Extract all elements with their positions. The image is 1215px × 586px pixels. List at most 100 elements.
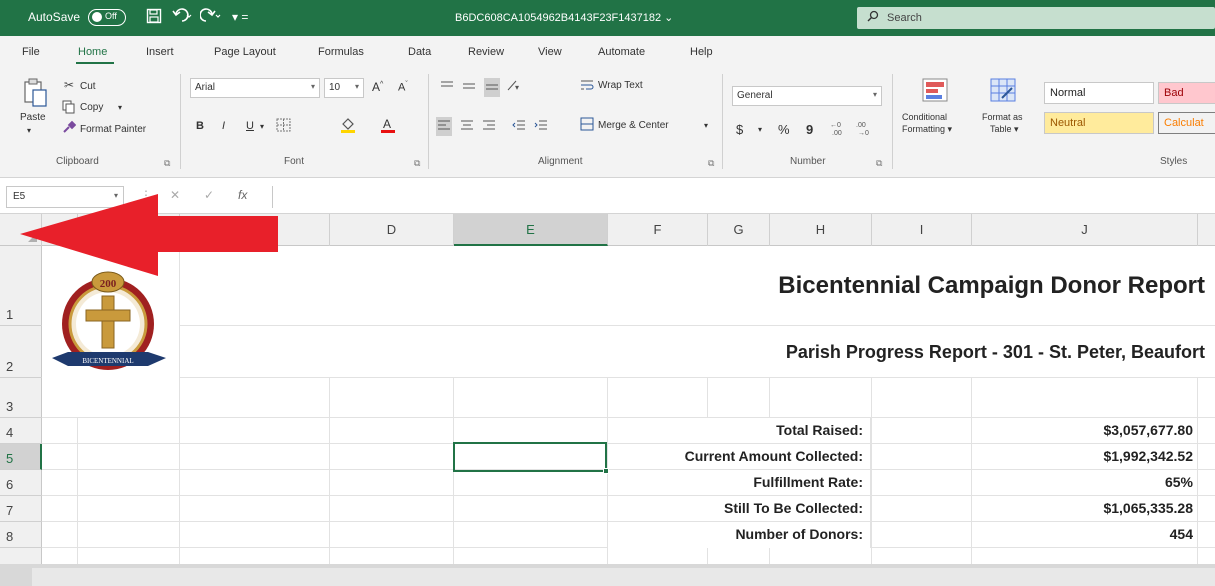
style-bad[interactable]: Bad	[1158, 82, 1215, 104]
merge-center-button[interactable]: Merge & Center	[598, 120, 669, 131]
paste-icon[interactable]	[22, 78, 48, 111]
summary-value-total-raised: $3,057,677.80	[1103, 422, 1193, 438]
column-header-d[interactable]: D	[330, 214, 454, 246]
clipboard-launcher-icon[interactable]: ⧉	[164, 158, 170, 169]
row-header-5[interactable]: 5	[0, 444, 42, 470]
column-header-j[interactable]: J	[972, 214, 1198, 246]
tab-review[interactable]: Review	[468, 46, 504, 58]
formula-input[interactable]	[272, 186, 1215, 208]
row-header-7[interactable]: 7	[0, 496, 42, 522]
svg-text:A: A	[383, 117, 391, 131]
row-header-8[interactable]: 8	[0, 522, 42, 548]
column-header-i[interactable]: I	[872, 214, 972, 246]
style-normal[interactable]: Normal	[1044, 82, 1154, 104]
number-launcher-icon[interactable]: ⧉	[876, 158, 882, 169]
increase-indent-icon[interactable]	[534, 118, 548, 135]
cut-button[interactable]: Cut	[80, 81, 96, 92]
tab-formulas[interactable]: Formulas	[318, 46, 364, 58]
tab-home[interactable]: Home	[78, 46, 107, 58]
chevron-down-icon: ⌄	[664, 12, 674, 24]
align-center-icon[interactable]	[460, 118, 474, 135]
number-format-select[interactable]: General ▾	[732, 86, 882, 106]
active-tab-indicator	[76, 62, 114, 64]
font-size-value: 10	[329, 82, 341, 93]
underline-button[interactable]: U	[246, 120, 254, 132]
row-number: 3	[6, 399, 14, 414]
undo-icon[interactable]	[172, 8, 194, 28]
style-calculation[interactable]: Calculat	[1158, 112, 1215, 134]
copy-button[interactable]: Copy	[80, 102, 103, 113]
worksheet-grid[interactable]: Bicentennial Campaign Donor Report Paris…	[42, 246, 1215, 564]
currency-dropdown-icon[interactable]: ▾	[758, 125, 762, 134]
row-header-2[interactable]: 2	[0, 326, 42, 378]
fill-color-icon[interactable]	[340, 117, 356, 136]
autosave-toggle[interactable]: Off	[88, 9, 126, 26]
redo-icon[interactable]	[199, 8, 222, 28]
conditional-formatting-button-line2[interactable]: Formatting ▾	[902, 124, 952, 135]
paste-dropdown-icon[interactable]: ▾	[27, 126, 31, 135]
column-header-e[interactable]: E	[454, 214, 608, 246]
column-header-h[interactable]: H	[770, 214, 872, 246]
search-box[interactable]: Search	[857, 7, 1215, 29]
increase-decimal-icon[interactable]: ←0.00	[830, 120, 848, 139]
align-top-icon[interactable]	[440, 80, 454, 95]
font-name-select[interactable]: Arial ▾	[190, 78, 320, 98]
row-header-6[interactable]: 6	[0, 470, 42, 496]
number-format-value: General	[737, 90, 773, 101]
tab-data[interactable]: Data	[408, 46, 431, 58]
summary-label-number-of-donors: Number of Donors:	[735, 526, 863, 542]
bold-button[interactable]: B	[196, 120, 204, 132]
number-group-label: Number	[790, 156, 826, 167]
file-name[interactable]: B6DC608CA1054962B4143F23F1437182 ⌄	[455, 11, 673, 24]
merge-dropdown-icon[interactable]: ▾	[704, 121, 708, 130]
tab-insert[interactable]: Insert	[146, 46, 174, 58]
wrap-text-button[interactable]: Wrap Text	[598, 80, 643, 91]
format-as-table-button-line1[interactable]: Format as	[982, 112, 1023, 122]
tab-automate[interactable]: Automate	[598, 46, 645, 58]
font-name-value: Arial	[195, 82, 216, 93]
column-header-g[interactable]: G	[708, 214, 770, 246]
format-painter-button[interactable]: Format Painter	[80, 124, 146, 135]
selected-cell-e5[interactable]	[453, 442, 609, 474]
style-neutral[interactable]: Neutral	[1044, 112, 1154, 134]
italic-button[interactable]: I	[222, 120, 225, 132]
save-icon[interactable]	[146, 8, 162, 28]
svg-text:→0: →0	[858, 130, 869, 136]
align-middle-icon[interactable]	[462, 80, 476, 95]
percent-button[interactable]: %	[778, 122, 790, 137]
row-header-4[interactable]: 4	[0, 418, 42, 444]
format-as-table-icon	[990, 78, 1016, 105]
row-header-3[interactable]: 3	[0, 378, 42, 418]
align-left-icon[interactable]	[436, 117, 452, 136]
report-title: Bicentennial Campaign Donor Report	[778, 272, 1205, 299]
fill-handle[interactable]	[603, 468, 609, 474]
tab-file[interactable]: File	[22, 46, 40, 58]
comma-style-button[interactable]: 9	[806, 122, 813, 137]
font-size-select[interactable]: 10 ▾	[324, 78, 364, 98]
orientation-icon[interactable]: ▾	[506, 78, 526, 95]
tab-view[interactable]: View	[538, 46, 562, 58]
row-number: 8	[6, 529, 14, 544]
decrease-indent-icon[interactable]	[512, 118, 526, 135]
decrease-font-icon[interactable]: Aˇ	[398, 81, 408, 94]
bicentennial-logo: 200 BICENTENNIAL	[48, 266, 178, 391]
decrease-decimal-icon[interactable]: .00 →0	[856, 120, 874, 139]
column-header-f[interactable]: F	[608, 214, 708, 246]
font-group-label: Font	[284, 156, 305, 167]
increase-font-icon[interactable]: A^	[372, 80, 383, 94]
conditional-formatting-button-line1[interactable]: Conditional	[902, 112, 947, 122]
alignment-launcher-icon[interactable]: ⧉	[708, 158, 714, 169]
borders-icon[interactable]	[276, 118, 292, 135]
align-bottom-icon[interactable]	[484, 78, 500, 97]
font-launcher-icon[interactable]: ⧉	[414, 158, 420, 169]
copy-dropdown-icon[interactable]: ▾	[118, 103, 122, 112]
format-as-table-button-line2[interactable]: Table ▾	[990, 124, 1019, 135]
font-color-icon[interactable]: A	[380, 116, 396, 137]
paste-button-label[interactable]: Paste	[20, 112, 46, 123]
customize-qat-icon[interactable]: ▾ =	[232, 10, 248, 24]
tab-page-layout[interactable]: Page Layout	[214, 46, 276, 58]
tab-help[interactable]: Help	[690, 46, 713, 58]
currency-button[interactable]: $	[736, 122, 743, 137]
underline-dropdown-icon[interactable]: ▾	[260, 122, 264, 131]
align-right-icon[interactable]	[482, 118, 496, 135]
